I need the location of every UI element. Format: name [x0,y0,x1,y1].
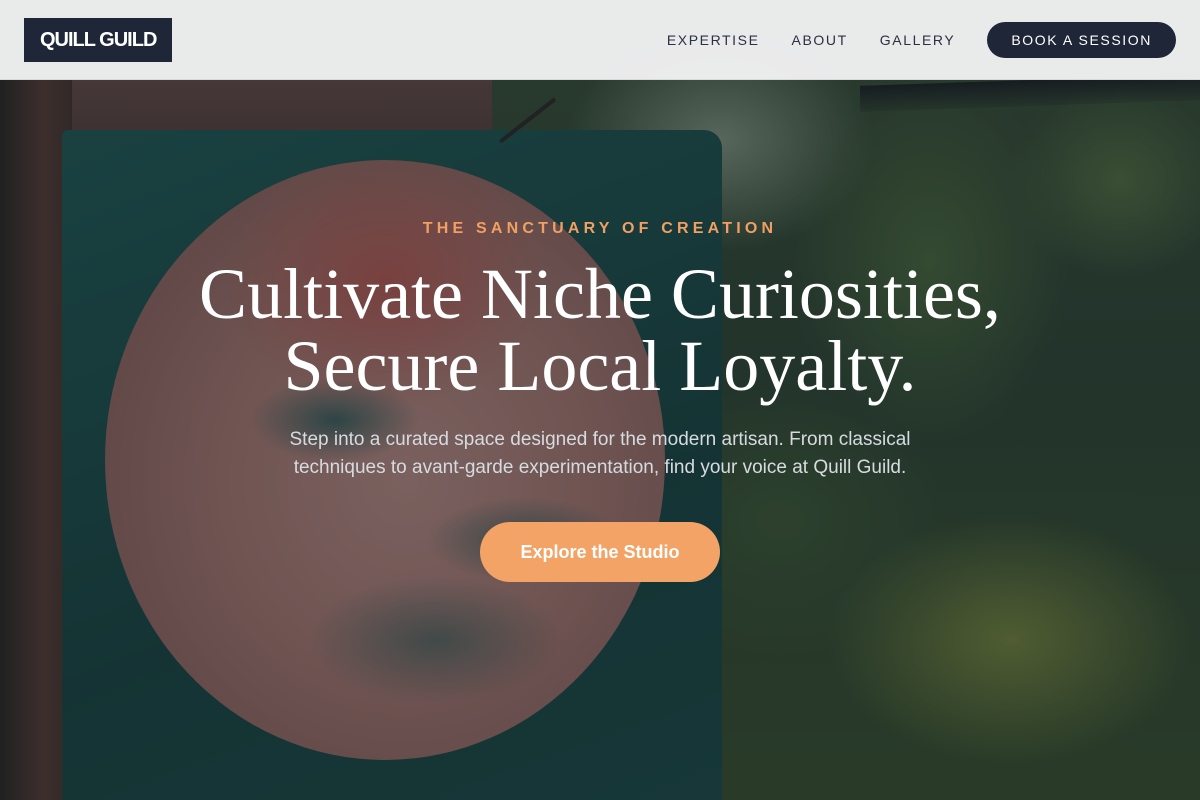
nav-link-expertise[interactable]: EXPERTISE [667,32,760,48]
hero-headline: Cultivate Niche Curiosities, Secure Loca… [100,258,1100,402]
main-nav: EXPERTISE ABOUT GALLERY BOOK A SESSION [667,21,1176,58]
nav-link-about[interactable]: ABOUT [792,32,848,48]
landing-page: QUILL GUILD EXPERTISE ABOUT GALLERY BOOK… [0,0,1200,800]
hero-section: THE SANCTUARY OF CREATION Cultivate Nich… [0,0,1200,800]
logo[interactable]: QUILL GUILD [24,17,173,62]
explore-studio-button[interactable]: Explore the Studio [480,522,720,582]
book-session-button[interactable]: BOOK A SESSION [987,21,1176,58]
hero-subcopy: Step into a curated space designed for t… [289,429,911,478]
hero-eyebrow: THE SANCTUARY OF CREATION [422,220,778,237]
hero-headline-line1: Cultivate Niche Curiosities, [199,254,1001,334]
hero-headline-line2: Secure Local Loyalty. [283,326,917,406]
nav-link-gallery[interactable]: GALLERY [880,32,956,48]
site-header: QUILL GUILD EXPERTISE ABOUT GALLERY BOOK… [0,0,1200,80]
